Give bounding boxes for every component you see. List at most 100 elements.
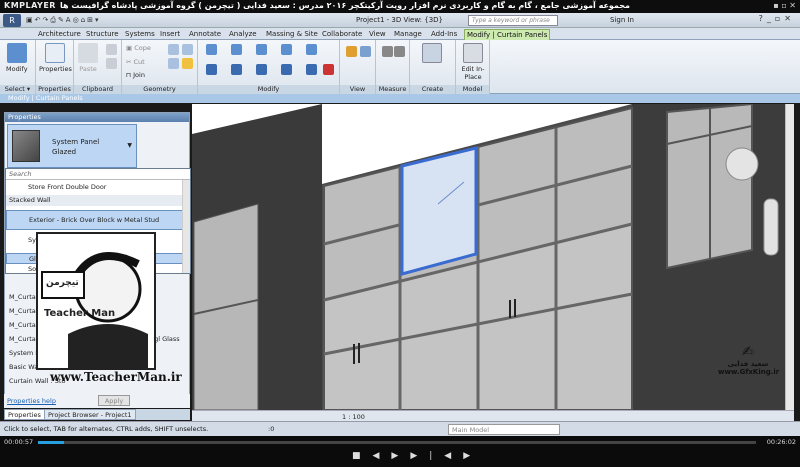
properties-help-link[interactable]: Properties help [7, 397, 56, 405]
tab-view[interactable]: View [367, 29, 388, 40]
status-hint: Click to select, TAB for alternates, CTR… [4, 425, 209, 433]
gfxking-watermark: ✍ سعید فدایی www.GfxKing.ir [718, 344, 780, 376]
cut-button[interactable]: ✂ Cut [126, 58, 145, 66]
measure-icon[interactable] [382, 46, 393, 57]
mirror-icon[interactable] [256, 44, 267, 55]
rotate-icon[interactable] [256, 64, 267, 75]
player-window-controls[interactable]: ▪ ▫ ✕ [773, 1, 796, 10]
apply-button[interactable]: Apply [98, 395, 130, 406]
tab-add-ins[interactable]: Add-Ins [429, 29, 459, 40]
copy-element-icon[interactable] [231, 64, 242, 75]
geometry-tool-icon[interactable] [168, 58, 179, 69]
panel-label-view: View [340, 85, 375, 94]
tab-insert[interactable]: Insert [158, 29, 182, 40]
panel-create: Create [410, 40, 456, 94]
tab-systems[interactable]: Systems [123, 29, 157, 40]
tab-structure[interactable]: Structure [84, 29, 121, 40]
panel-label-select[interactable]: Select ▾ [0, 85, 35, 94]
trim-icon[interactable] [281, 64, 292, 75]
watermark-site: www.TeacherMan.ir [50, 370, 182, 384]
panel-geometry: ▣ Cope ✂ Cut ⊓ Join Geometry [122, 40, 198, 94]
logo-name: Teacher Man [44, 308, 116, 319]
geometry-tool-icon[interactable] [168, 44, 179, 55]
paint-icon[interactable] [182, 58, 193, 69]
tab-analyze[interactable]: Analyze [227, 29, 259, 40]
ribbon: Modify Select ▾ Properties Properties Pa… [0, 40, 800, 94]
building-3d-model [192, 104, 785, 410]
document-title: Project1 - 3D View: {3D} [356, 16, 444, 24]
cursor-icon [6, 43, 27, 63]
hide-icon[interactable] [346, 46, 357, 57]
modify-button[interactable]: Modify [6, 43, 28, 73]
player-title-bar: KMPLAYER مجموعه آموزشی جامع ، گام به گام… [0, 0, 800, 13]
cut-icon[interactable] [106, 58, 117, 69]
dropdown-scrollbar[interactable] [182, 180, 190, 273]
tab-manage[interactable]: Manage [392, 29, 424, 40]
dropdown-item[interactable]: Store Front Double Door [6, 182, 190, 193]
panel-view: View [340, 40, 376, 94]
move-icon[interactable] [206, 64, 217, 75]
copy-icon[interactable] [106, 44, 117, 55]
ribbon-tabs: Architecture Structure Systems Insert An… [0, 28, 800, 40]
time-total: 00:26:02 [766, 438, 796, 446]
logo-title: تیچرمن [46, 278, 79, 288]
context-bar: Modify | Curtain Panels [0, 94, 800, 103]
application-menu-button[interactable]: R [3, 14, 21, 27]
properties-header: Properties [5, 113, 189, 122]
playback-buttons[interactable]: ■◀▶▶|◀▶ [352, 451, 482, 461]
split-icon[interactable] [306, 44, 317, 55]
panel-label-modify: Modify [198, 85, 339, 94]
properties-footer: Properties help Apply [4, 394, 190, 408]
mirror-draw-icon[interactable] [281, 44, 292, 55]
tab-architecture[interactable]: Architecture [36, 29, 83, 40]
palette-tabs: Properties Project Browser - Project1 [4, 409, 190, 420]
cope-button[interactable]: ▣ Cope [126, 44, 151, 52]
tab-collaborate[interactable]: Collaborate [320, 29, 364, 40]
seek-bar[interactable] [38, 441, 756, 444]
edit-in-place-button[interactable]: Edit In-Place [458, 43, 488, 81]
edit-in-place-icon [463, 43, 483, 63]
3d-view-canvas[interactable] [192, 104, 785, 410]
join-button[interactable]: ⊓ Join [126, 71, 145, 79]
tab-modify-curtain-panels[interactable]: Modify | Curtain Panels [464, 29, 551, 40]
player-controls: 00:00:57 00:26:02 ■◀▶▶|◀▶ [0, 436, 800, 467]
dropdown-group: Stacked Wall [6, 195, 190, 206]
override-icon[interactable] [360, 46, 371, 57]
paste-button[interactable]: Paste [78, 43, 98, 73]
type-thumbnail [12, 130, 40, 162]
dimension-icon[interactable] [394, 46, 405, 57]
type-family-name: System Panel [52, 138, 100, 146]
window-controls[interactable]: ?_▫✕ [759, 14, 795, 23]
teacherman-logo: تیچرمن Teacher Man [36, 232, 156, 370]
tab-massing-site[interactable]: Massing & Site [264, 29, 320, 40]
delete-icon[interactable] [323, 64, 334, 75]
app-title-bar: R ▣↶↷⎙✎A◎⌂⊞▾ Project1 - 3D View: {3D} Ty… [0, 13, 800, 28]
view-scrollbar[interactable] [785, 104, 794, 410]
properties-button[interactable]: Properties [39, 43, 72, 73]
panel-clipboard: Paste Clipboard [74, 40, 122, 94]
clipboard-icon [78, 43, 98, 63]
sign-in-button[interactable]: Sign In [610, 16, 634, 24]
create-group-button[interactable] [422, 43, 442, 65]
tab-project-browser[interactable]: Project Browser - Project1 [44, 409, 136, 420]
workset-count: :0 [268, 425, 275, 433]
model-selector[interactable]: Main Model [448, 424, 560, 435]
tab-annotate[interactable]: Annotate [187, 29, 223, 40]
quick-access-toolbar[interactable]: ▣↶↷⎙✎A◎⌂⊞▾ [26, 16, 101, 25]
dropdown-item[interactable]: Exterior - Brick Over Block w Metal Stud [6, 210, 190, 230]
gfxking-site: www.GfxKing.ir [718, 368, 780, 376]
geometry-tool-icon[interactable] [182, 44, 193, 55]
view-scale[interactable]: 1 : 100 [342, 413, 365, 421]
chevron-down-icon[interactable]: ▼ [127, 142, 132, 149]
dropdown-search-input[interactable]: Search [6, 169, 190, 180]
type-selector[interactable]: System Panel Glazed ▼ [7, 124, 137, 168]
align-icon[interactable] [206, 44, 217, 55]
array-icon[interactable] [306, 64, 317, 75]
view-control-bar: 1 : 100 [192, 410, 794, 421]
time-elapsed: 00:00:57 [4, 438, 34, 446]
offset-icon[interactable] [231, 44, 242, 55]
search-input[interactable]: Type a keyword or phrase [468, 15, 558, 26]
tab-properties[interactable]: Properties [4, 409, 45, 420]
viewcube-icon [725, 147, 759, 181]
panel-label-clipboard: Clipboard [74, 85, 121, 94]
